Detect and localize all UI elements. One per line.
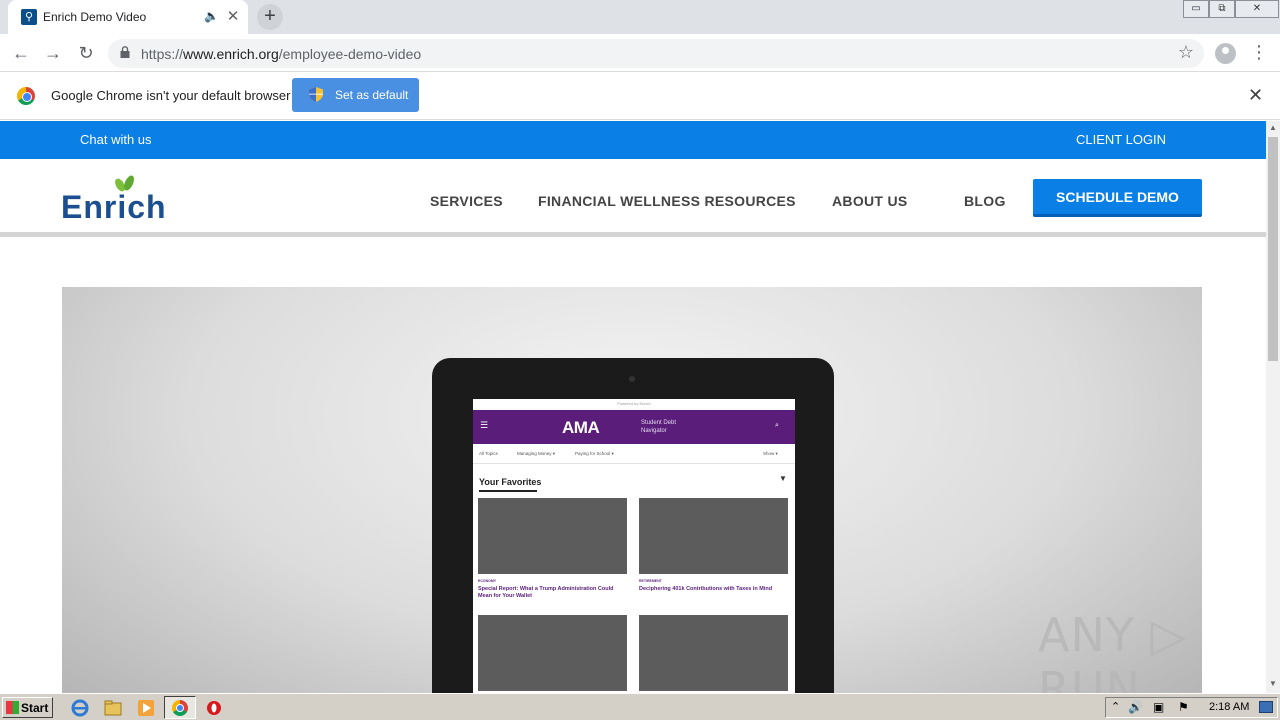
minimize-button[interactable]: ▭ xyxy=(1183,0,1209,18)
new-tab-button[interactable]: + xyxy=(257,4,283,30)
profile-avatar-icon[interactable] xyxy=(1215,43,1236,64)
card-thumbnail xyxy=(478,498,627,574)
page-scrollbar[interactable]: ▲ ▼ xyxy=(1266,121,1280,693)
show-desktop-icon[interactable] xyxy=(1259,701,1273,713)
internet-explorer-icon[interactable] xyxy=(71,699,89,717)
opera-icon[interactable] xyxy=(205,699,223,717)
card-thumbnail xyxy=(639,498,788,574)
scroll-thumb[interactable] xyxy=(1268,137,1278,361)
chrome-taskbar-button[interactable] xyxy=(164,696,196,719)
speaker-icon[interactable]: 🔈 xyxy=(204,9,219,23)
chat-with-us-link[interactable]: Chat with us xyxy=(80,132,152,147)
tablet-screen: Powered by Enrich ☰ AMA Student Debt Nav… xyxy=(473,399,795,693)
logo-text: Enrich xyxy=(61,189,167,225)
enrich-favicon-icon: ⚲ xyxy=(21,9,37,25)
bookmark-star-icon[interactable]: ☆ xyxy=(1178,42,1194,63)
ama-subtitle: Student Debt Navigator xyxy=(641,420,677,434)
media-player-icon[interactable] xyxy=(137,699,155,717)
tablet-device-image: Powered by Enrich ☰ AMA Student Debt Nav… xyxy=(432,358,834,693)
site-topbar: Chat with us CLIENT LOGIN xyxy=(0,121,1266,159)
client-login-link[interactable]: CLIENT LOGIN xyxy=(1076,132,1166,147)
filter-icon: ▼ xyxy=(779,474,787,483)
nav-blog[interactable]: BLOG xyxy=(964,193,1006,209)
powered-by-label: Powered by Enrich xyxy=(617,401,651,406)
tab-title: Enrich Demo Video xyxy=(43,10,147,24)
card-title: Deciphering 401k Contributions with Taxe… xyxy=(639,586,773,592)
address-bar[interactable]: https://www.enrich.org/employee-demo-vid… xyxy=(108,39,1204,68)
clock[interactable]: 2:18 AM xyxy=(1209,701,1249,713)
file-explorer-icon[interactable] xyxy=(104,699,122,717)
default-browser-infobar: Google Chrome isn't your default browser… xyxy=(0,72,1280,120)
browser-tab[interactable]: ⚲ Enrich Demo Video 🔈 ✕ xyxy=(8,0,248,34)
tray-expand-icon[interactable]: ⌃ xyxy=(1111,700,1120,713)
chrome-logo-icon xyxy=(17,87,35,105)
chrome-icon xyxy=(172,700,188,716)
scroll-down-icon[interactable]: ▼ xyxy=(1269,679,1277,688)
ama-topic-tabs: All Topics Managing Money ▾ Paying for S… xyxy=(473,444,795,464)
system-tray: ⌃ 🔊 ▣ ⚑ 2:18 AM xyxy=(1105,697,1278,718)
ama-tab: Paying for School ▾ xyxy=(575,451,614,456)
lock-icon xyxy=(120,46,130,58)
schedule-demo-button[interactable]: SCHEDULE DEMO xyxy=(1033,179,1202,217)
ama-tab: Managing Money ▾ xyxy=(517,451,556,456)
nav-services[interactable]: SERVICES xyxy=(430,193,503,209)
kebab-menu-icon[interactable]: ⋮ xyxy=(1250,42,1268,63)
window-close-button[interactable]: ✕ xyxy=(1235,0,1279,18)
browser-toolbar: ← → ↻ https://www.enrich.org/employee-de… xyxy=(0,34,1280,72)
network-icon[interactable]: ▣ xyxy=(1153,700,1164,714)
ama-app-header: ☰ AMA Student Debt Navigator ⌕ xyxy=(473,410,795,444)
action-center-flag-icon[interactable]: ⚑ xyxy=(1178,700,1189,714)
ama-tab: All Topics xyxy=(479,451,498,456)
nav-about-us[interactable]: ABOUT US xyxy=(832,193,908,209)
forward-icon[interactable]: → xyxy=(40,40,66,66)
set-as-default-label: Set as default xyxy=(335,88,409,102)
reload-icon[interactable]: ↻ xyxy=(73,40,99,66)
scroll-up-icon[interactable]: ▲ xyxy=(1269,123,1277,132)
infobar-message: Google Chrome isn't your default browser xyxy=(51,88,291,103)
windows-flag-icon xyxy=(6,701,19,714)
tab-strip: ⚲ Enrich Demo Video 🔈 ✕ + ▭ ⧉ ✕ xyxy=(0,0,1280,34)
ama-logo: AMA xyxy=(562,418,600,437)
windows-taskbar: Start ⌃ 🔊 ▣ ⚑ 2:18 AM xyxy=(0,693,1280,720)
favorites-heading: Your Favorites xyxy=(479,477,542,487)
card-title: Special Report: What a Trump Administrat… xyxy=(478,586,614,599)
demo-video-player[interactable]: Powered by Enrich ☰ AMA Student Debt Nav… xyxy=(62,287,1202,693)
uac-shield-icon xyxy=(309,87,323,102)
favorites-underline xyxy=(479,490,537,492)
card-category: RETIREMENT xyxy=(639,579,662,583)
nav-financial-wellness-resources[interactable]: FINANCIAL WELLNESS RESOURCES xyxy=(538,193,796,209)
tab-close-icon[interactable]: ✕ xyxy=(225,7,241,25)
hamburger-icon: ☰ xyxy=(480,420,489,430)
site-header: Enrich SERVICES FINANCIAL WELLNESS RESOU… xyxy=(0,159,1266,237)
start-label: Start xyxy=(21,701,49,715)
set-as-default-button[interactable]: Set as default xyxy=(292,78,419,112)
start-button[interactable]: Start xyxy=(2,697,53,718)
infobar-close-icon[interactable]: ✕ xyxy=(1248,85,1263,106)
card-category: ECONOMY xyxy=(478,579,497,583)
card-thumbnail xyxy=(478,615,627,691)
ama-tab: Show ▾ xyxy=(763,451,778,456)
enrich-logo[interactable]: Enrich xyxy=(61,175,171,225)
search-icon: ⌕ xyxy=(775,422,779,429)
url-text: https://www.enrich.org/employee-demo-vid… xyxy=(141,46,422,62)
tablet-camera xyxy=(629,376,635,382)
card-thumbnail xyxy=(639,615,788,691)
back-icon[interactable]: ← xyxy=(8,40,34,66)
restore-button[interactable]: ⧉ xyxy=(1209,0,1235,18)
volume-icon[interactable]: 🔊 xyxy=(1128,700,1143,714)
